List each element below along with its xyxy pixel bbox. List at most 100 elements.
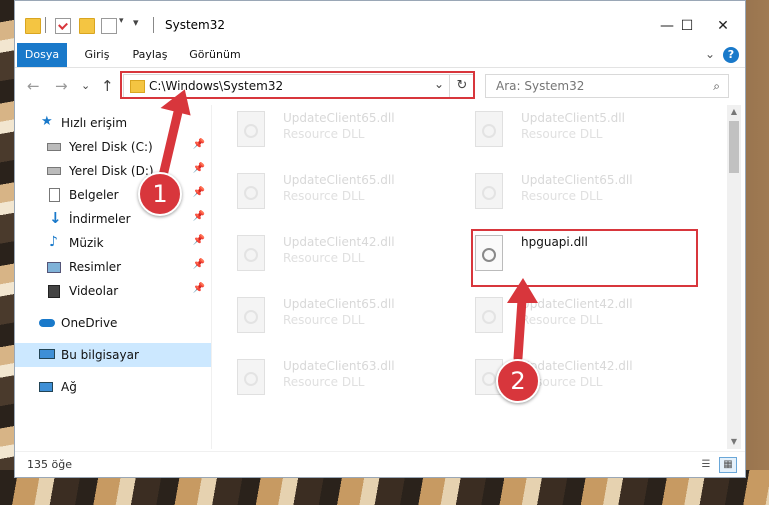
pin-icon: 📌 bbox=[192, 211, 205, 222]
scroll-thumb[interactable] bbox=[729, 121, 739, 173]
search-box[interactable]: ⌕ bbox=[485, 74, 729, 98]
pin-icon: 📌 bbox=[192, 163, 205, 174]
properties-icon[interactable] bbox=[55, 18, 71, 34]
new-folder-icon[interactable] bbox=[79, 18, 95, 34]
star-icon: ★ bbox=[41, 114, 53, 129]
dll-file-icon bbox=[475, 173, 503, 209]
sidebar-item-network[interactable]: Ağ bbox=[15, 375, 211, 399]
sidebar-item-quick-access[interactable]: ★ Hızlı erişim bbox=[15, 111, 211, 135]
file-type: Resource DLL bbox=[521, 189, 603, 203]
recent-locations-button[interactable]: ⌄ bbox=[81, 79, 90, 92]
file-type: Resource DLL bbox=[283, 251, 365, 265]
ribbon: Dosya Giriş Paylaş Görünüm ⌄ ? bbox=[15, 43, 745, 68]
sidebar-item-pictures[interactable]: Resimler 📌 bbox=[15, 255, 211, 279]
item-count: 135 öğe bbox=[27, 458, 72, 471]
sidebar-item-label: Ağ bbox=[61, 380, 77, 394]
pin-icon: 📌 bbox=[192, 187, 205, 198]
drive-icon bbox=[47, 143, 61, 151]
close-button[interactable]: ✕ bbox=[703, 14, 743, 38]
file-highlight-box bbox=[471, 229, 698, 287]
list-item[interactable]: UpdateClient65.dll Resource DLL bbox=[215, 291, 435, 349]
dll-file-icon bbox=[237, 173, 265, 209]
large-icons-view-icon[interactable]: ▦ bbox=[719, 457, 737, 473]
sidebar-item-onedrive[interactable]: OneDrive bbox=[15, 311, 211, 335]
checkmark-icon bbox=[58, 20, 68, 30]
tab-giris[interactable]: Giriş bbox=[75, 43, 119, 67]
file-name: UpdateClient5.dll bbox=[521, 111, 625, 125]
file-type: Resource DLL bbox=[521, 313, 603, 327]
file-name: UpdateClient42.dll bbox=[283, 235, 395, 249]
list-item[interactable]: UpdateClient5.dll Resource DLL bbox=[453, 105, 673, 163]
pin-icon: 📌 bbox=[192, 235, 205, 246]
list-item[interactable]: UpdateClient42.dll Resource DLL bbox=[453, 353, 673, 411]
maximize-button[interactable]: ☐ bbox=[667, 14, 707, 38]
pin-icon: 📌 bbox=[192, 259, 205, 270]
sidebar-item-label: Yerel Disk (C:) bbox=[69, 140, 153, 154]
up-button[interactable]: ↑ bbox=[101, 77, 114, 95]
sidebar-item-downloads[interactable]: ↓ İndirmeler 📌 bbox=[15, 207, 211, 231]
dll-file-icon bbox=[475, 297, 503, 333]
customize-toolbar-icon[interactable]: ▾ bbox=[133, 16, 139, 29]
sidebar-item-label: İndirmeler bbox=[69, 212, 131, 226]
file-name: UpdateClient65.dll bbox=[283, 297, 395, 311]
file-name: UpdateClient42.dll bbox=[521, 297, 633, 311]
pin-icon: 📌 bbox=[192, 283, 205, 294]
sidebar-item-label: OneDrive bbox=[61, 316, 118, 330]
list-item[interactable]: UpdateClient65.dll Resource DLL bbox=[453, 167, 673, 225]
vertical-scrollbar[interactable]: ▲ ▼ bbox=[727, 105, 741, 449]
file-type: Resource DLL bbox=[521, 127, 603, 141]
view-options-icon[interactable] bbox=[101, 18, 117, 34]
scroll-down-icon[interactable]: ▼ bbox=[727, 435, 741, 449]
dll-file-icon bbox=[237, 359, 265, 395]
tab-paylas[interactable]: Paylaş bbox=[125, 43, 175, 67]
document-icon bbox=[49, 188, 60, 202]
step-marker-1: 1 bbox=[138, 172, 182, 216]
file-name: UpdateClient65.dll bbox=[521, 173, 633, 187]
tab-dosya[interactable]: Dosya bbox=[17, 43, 67, 67]
download-icon: ↓ bbox=[49, 209, 62, 227]
network-icon bbox=[39, 382, 53, 392]
file-name: UpdateClient65.dll bbox=[283, 111, 395, 125]
file-type: Resource DLL bbox=[283, 375, 365, 389]
list-item[interactable]: UpdateClient63.dll Resource DLL bbox=[215, 353, 435, 411]
picture-icon bbox=[47, 262, 61, 273]
sidebar-item-drive-d[interactable]: Yerel Disk (D:) 📌 bbox=[15, 159, 211, 183]
cloud-icon bbox=[39, 319, 55, 327]
tab-gorunum[interactable]: Görünüm bbox=[185, 43, 245, 67]
chevron-down-icon[interactable]: ▾ bbox=[119, 16, 124, 26]
forward-button[interactable]: → bbox=[55, 77, 68, 95]
sidebar-item-label: Resimler bbox=[69, 260, 122, 274]
file-name: UpdateClient63.dll bbox=[283, 359, 395, 373]
file-name: UpdateClient65.dll bbox=[283, 173, 395, 187]
sidebar-item-videos[interactable]: Videolar 📌 bbox=[15, 279, 211, 303]
address-highlight-box bbox=[120, 71, 475, 99]
list-item[interactable]: UpdateClient42.dll Resource DLL bbox=[215, 229, 435, 287]
back-button[interactable]: ← bbox=[27, 77, 40, 95]
separator bbox=[45, 17, 46, 33]
list-item[interactable]: UpdateClient42.dll Resource DLL bbox=[453, 291, 673, 349]
scroll-up-icon[interactable]: ▲ bbox=[727, 105, 741, 119]
sidebar-item-label: Yerel Disk (D:) bbox=[69, 164, 154, 178]
sidebar-item-this-pc[interactable]: Bu bilgisayar bbox=[15, 343, 211, 367]
sidebar-item-music[interactable]: ♪ Müzik 📌 bbox=[15, 231, 211, 255]
sidebar-item-label: Belgeler bbox=[69, 188, 119, 202]
help-icon[interactable]: ? bbox=[723, 47, 739, 63]
sidebar-item-drive-c[interactable]: Yerel Disk (C:) 📌 bbox=[15, 135, 211, 159]
dll-file-icon bbox=[237, 111, 265, 147]
window-title: System32 bbox=[165, 18, 226, 32]
title-separator bbox=[153, 17, 154, 33]
pane-divider[interactable] bbox=[211, 105, 212, 449]
file-type: Resource DLL bbox=[283, 189, 365, 203]
status-bar: 135 öğe ☰ ▦ bbox=[15, 451, 745, 478]
ribbon-collapse-icon[interactable]: ⌄ bbox=[705, 47, 715, 61]
navigation-pane: ★ Hızlı erişim Yerel Disk (C:) 📌 Yerel D… bbox=[15, 105, 211, 449]
search-input[interactable] bbox=[494, 78, 698, 94]
search-icon[interactable]: ⌕ bbox=[713, 79, 720, 94]
list-item[interactable]: UpdateClient65.dll Resource DLL bbox=[215, 105, 435, 163]
list-item[interactable]: UpdateClient65.dll Resource DLL bbox=[215, 167, 435, 225]
sidebar-item-label: Hızlı erişim bbox=[61, 116, 128, 130]
details-view-icon[interactable]: ☰ bbox=[697, 457, 715, 473]
file-type: Resource DLL bbox=[283, 127, 365, 141]
drive-icon bbox=[47, 167, 61, 175]
dll-file-icon bbox=[237, 297, 265, 333]
